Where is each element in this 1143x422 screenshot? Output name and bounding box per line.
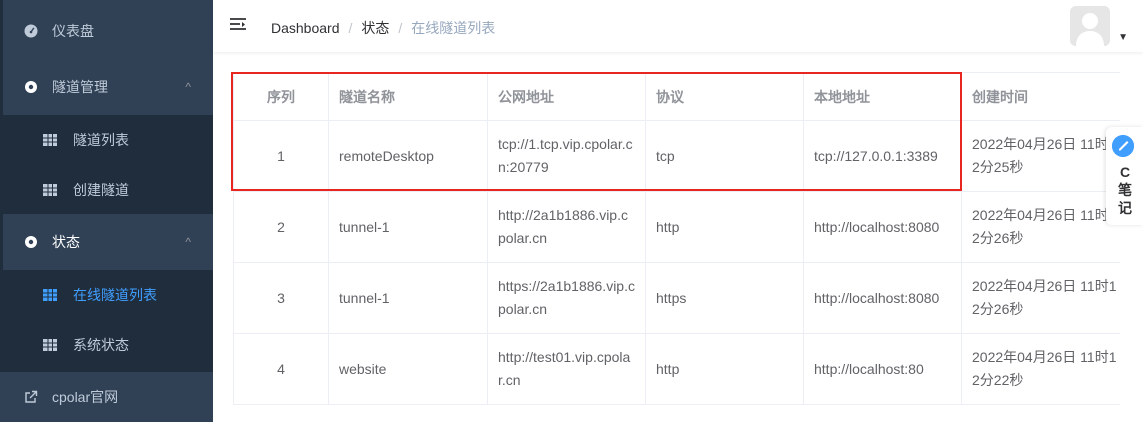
note-widget[interactable]: C笔记 [1106,127,1143,225]
table-cell: tcp [645,120,804,192]
table-cell: https://2a1b1886.vip.cpolar.cn [487,262,646,334]
hamburger-icon[interactable] [230,17,246,33]
breadcrumb-separator: / [398,20,403,36]
breadcrumb: Dashboard / 状态 / 在线隧道列表 [271,18,495,38]
sidebar-item-label: 隧道列表 [73,132,129,148]
sidebar-item-status[interactable]: 状态 ^ [0,214,213,270]
dashboard-icon [24,24,38,38]
table-cell: tunnel-1 [328,262,488,334]
table-cell: http [645,333,804,405]
table-header-row: 序列 隧道名称 公网地址 协议 本地地址 创建时间 [233,72,1120,121]
table-cell: https [645,262,804,334]
table-cell: tcp://127.0.0.1:3389 [803,120,962,192]
chevron-up-icon: ^ [185,80,191,94]
sidebar-item-label: 隧道管理 [52,79,108,95]
table-cell: website [328,333,488,405]
caret-down-icon[interactable]: ▼ [1118,32,1128,43]
table-cell: 1 [233,120,329,192]
table-cell: http [645,191,804,263]
table-row: 1 remoteDesktop tcp://1.tcp.vip.cpolar.c… [233,120,1120,192]
sidebar-item-tunnel-management[interactable]: 隧道管理 ^ [0,59,213,115]
sidebar-item-cpolar-site[interactable]: cpolar官网 [0,372,213,422]
breadcrumb-current: 在线隧道列表 [411,20,496,36]
sidebar-item-dashboard[interactable]: 仪表盘 [0,3,213,59]
table-cell: tcp://1.tcp.vip.cpolar.cn:20779 [487,120,646,192]
grid-icon [43,183,57,197]
tunnel-table: 序列 隧道名称 公网地址 协议 本地地址 创建时间 1 remoteDeskto… [233,72,1120,407]
sidebar-item-tunnel-list[interactable]: 隧道列表 [0,115,213,165]
table-cell: http://localhost:8080 [803,262,962,334]
circle-icon [24,235,38,249]
navbar: Dashboard / 状态 / 在线隧道列表 ▼ [213,0,1143,52]
column-header: 本地地址 [803,72,962,121]
sidebar-item-system-status[interactable]: 系统状态 [0,320,213,370]
table-cell: 2022年04月26日 11时12分25秒 [961,120,1120,192]
circle-icon [24,80,38,94]
sidebar-item-online-tunnels[interactable]: 在线隧道列表 [0,270,213,320]
table-row: 3 tunnel-1 https://2a1b1886.vip.cpolar.c… [233,262,1120,334]
table-cell: 2022年04月26日 11时12分26秒 [961,191,1120,263]
note-icon [1112,135,1134,157]
table-cell: 2022年04月26日 11时12分26秒 [961,262,1120,334]
grid-icon [43,338,57,352]
table-row: 2 tunnel-1 http://2a1b1886.vip.cpolar.cn… [233,191,1120,263]
table-cell: http://localhost:8080 [803,191,962,263]
sidebar-item-label: 在线隧道列表 [73,287,157,303]
sidebar-item-label: 状态 [52,234,80,250]
table-cell: http://2a1b1886.vip.cpolar.cn [487,191,646,263]
table-cell: 4 [233,333,329,405]
external-link-icon [24,390,38,404]
table-cell: 2022年04月26日 11时12分22秒 [961,333,1120,405]
table-cell: http://localhost:80 [803,333,962,405]
column-header: 隧道名称 [328,72,488,121]
sidebar-item-label: cpolar官网 [52,389,119,405]
grid-icon [43,133,57,147]
grid-icon [43,288,57,302]
column-header: 序列 [233,72,329,121]
sidebar-item-label: 系统状态 [73,337,129,353]
breadcrumb-status: 状态 [361,20,390,36]
sidebar-item-create-tunnel[interactable]: 创建隧道 [0,165,213,214]
breadcrumb-dashboard[interactable]: Dashboard [271,20,340,36]
table-cell: remoteDesktop [328,120,488,192]
table-cell: 2 [233,191,329,263]
table-cell: tunnel-1 [328,191,488,263]
note-widget-label: C笔记 [1118,164,1132,216]
column-header: 创建时间 [961,72,1120,121]
column-header: 公网地址 [487,72,646,121]
chevron-up-icon: ^ [185,235,191,249]
column-header: 协议 [645,72,804,121]
table-row: 4 website http://test01.vip.cpolar.cn ht… [233,333,1120,405]
table-cell: http://test01.vip.cpolar.cn [487,333,646,405]
sidebar-item-label: 创建隧道 [73,181,129,198]
table-cell: 3 [233,262,329,334]
breadcrumb-separator: / [348,20,353,36]
sidebar-item-label: 仪表盘 [52,23,94,39]
sidebar: 仪表盘 隧道管理 ^ 隧道列表 创建隧道 状态 ^ 在线隧道列表 系统状态 cp… [0,0,213,422]
avatar[interactable] [1070,6,1110,46]
